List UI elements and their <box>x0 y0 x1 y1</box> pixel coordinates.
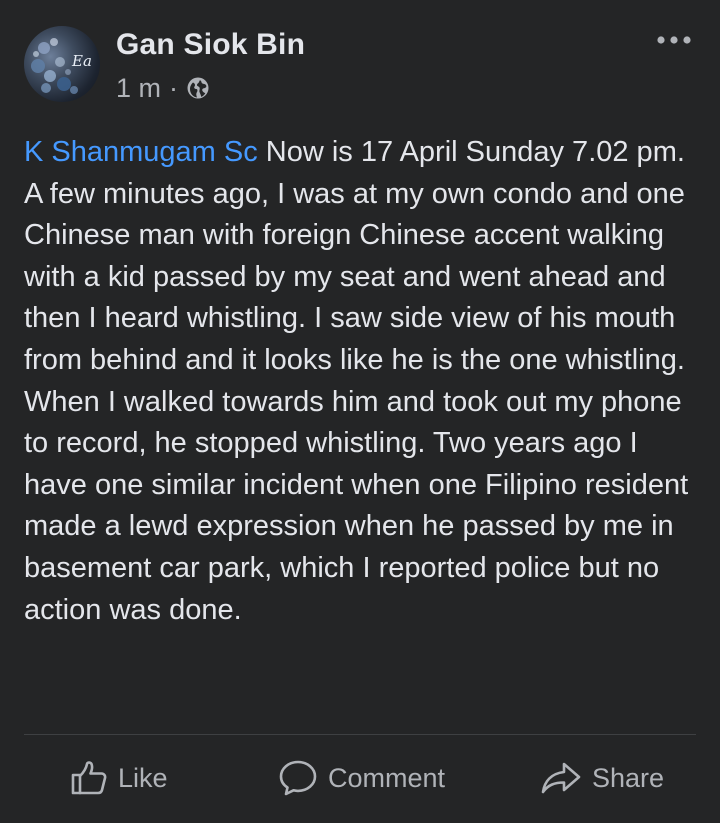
author-name[interactable]: Gan Siok Bin <box>116 28 305 62</box>
thumbs-up-icon <box>71 761 107 795</box>
post-text: Now is 17 April Sunday 7.02 pm. A few mi… <box>24 136 689 626</box>
comment-label: Comment <box>328 762 446 793</box>
meta-separator: · <box>169 72 179 103</box>
action-divider <box>24 734 696 735</box>
avatar[interactable]: Ea <box>24 26 100 102</box>
share-button[interactable]: Share <box>540 740 664 816</box>
comment-button[interactable]: Comment <box>278 740 445 816</box>
post-body: K Shanmugam Sc Now is 17 April Sunday 7.… <box>24 132 698 631</box>
avatar-image: Ea <box>31 38 92 94</box>
post-meta: 1 m · <box>116 72 210 104</box>
more-options-button[interactable] <box>652 24 696 56</box>
share-label: Share <box>592 762 665 793</box>
post-header: Ea Gan Siok Bin 1 m · <box>24 22 696 108</box>
share-icon <box>541 762 581 794</box>
comment-icon <box>279 760 317 796</box>
like-label: Like <box>118 762 168 793</box>
globe-icon <box>186 76 210 100</box>
action-bar: Like Comment Share <box>24 740 696 816</box>
mention-link[interactable]: K Shanmugam Sc <box>24 136 258 168</box>
avatar-text: Ea <box>71 52 92 70</box>
facebook-post: Ea Gan Siok Bin 1 m · K Shanmugam Sc Now… <box>0 0 720 823</box>
like-button[interactable]: Like <box>70 740 168 816</box>
more-icon <box>657 36 691 44</box>
post-time[interactable]: 1 m <box>116 73 161 104</box>
